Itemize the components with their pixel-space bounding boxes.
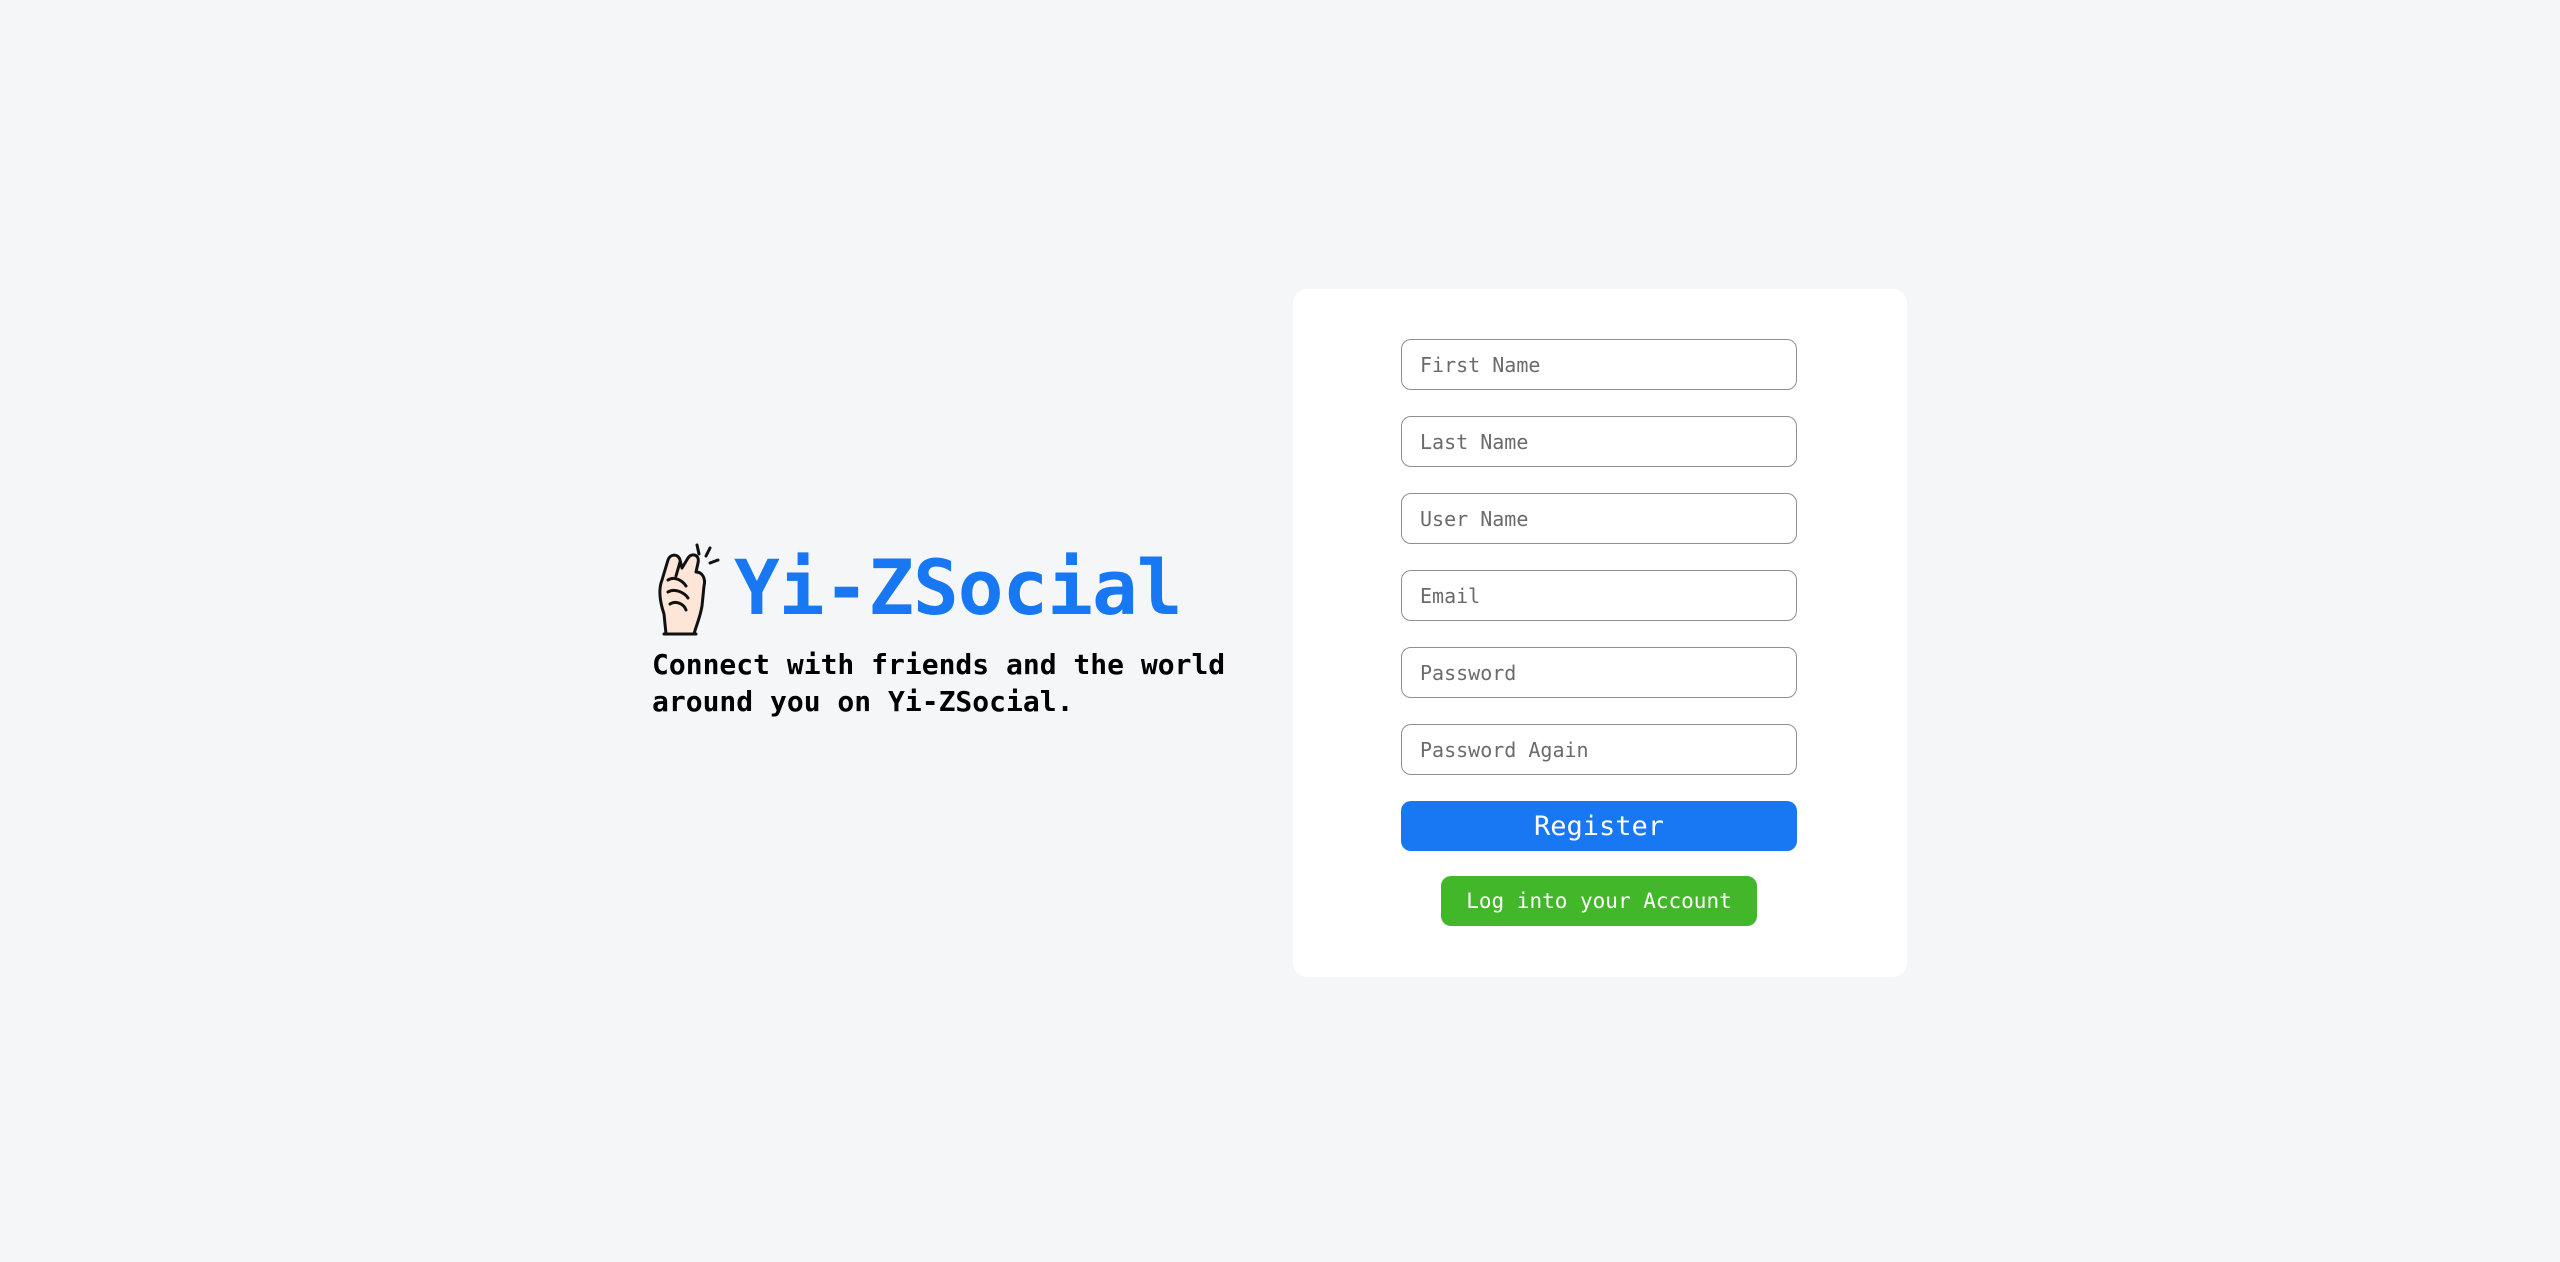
password-again-input[interactable] (1401, 724, 1797, 775)
password-input[interactable] (1401, 647, 1797, 698)
last-name-input[interactable] (1401, 416, 1797, 467)
email-input[interactable] (1401, 570, 1797, 621)
first-name-input[interactable] (1401, 339, 1797, 390)
register-button[interactable]: Register (1401, 801, 1797, 851)
user-name-input[interactable] (1401, 493, 1797, 544)
brand-tagline: Connect with friends and the world aroun… (652, 648, 1226, 718)
register-page: Yi-ZSocial Connect with friends and the … (0, 0, 2560, 1262)
hand-with-index-finger-and-thumb-crossed-icon (652, 536, 722, 640)
brand-header: Yi-ZSocial (652, 536, 1272, 640)
login-button[interactable]: Log into your Account (1441, 876, 1757, 926)
brand-title: Yi-ZSocial (734, 543, 1183, 632)
brand-section: Yi-ZSocial Connect with friends and the … (652, 536, 1272, 720)
register-card: Register Log into your Account (1293, 289, 1907, 977)
